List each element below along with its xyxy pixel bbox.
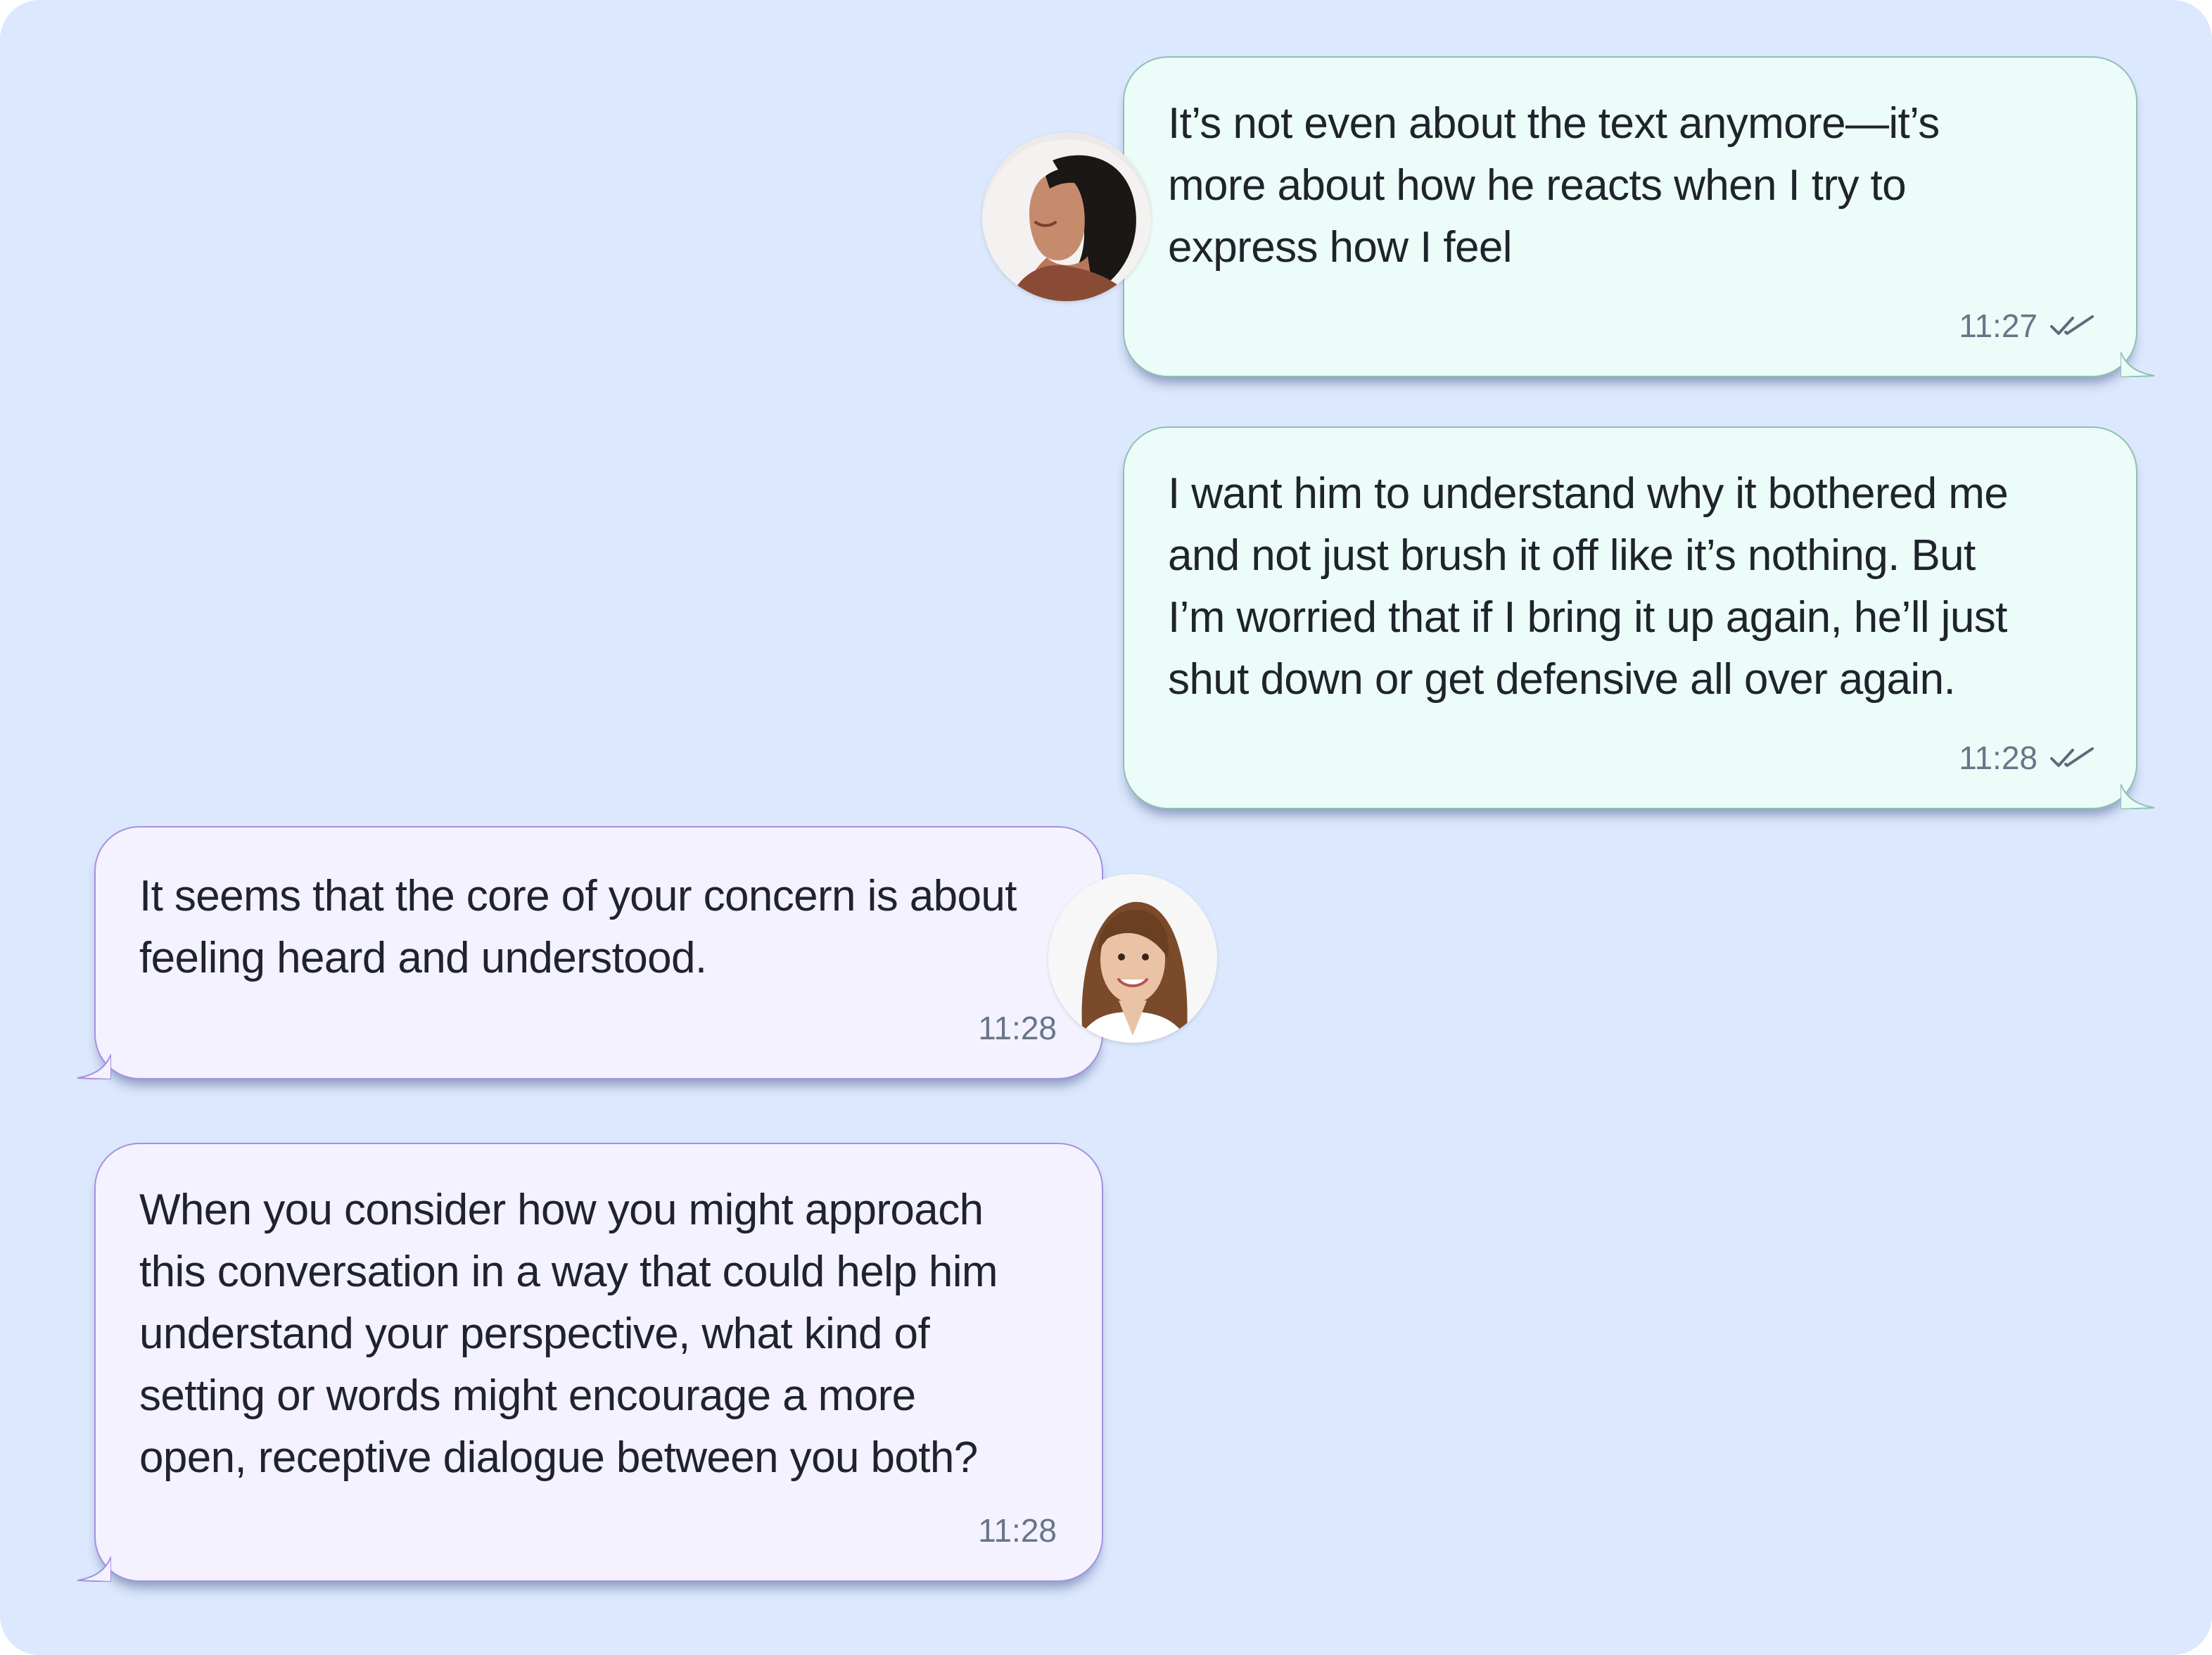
message-line: setting or words might encourage a more <box>139 1371 916 1420</box>
message-bubble-outgoing[interactable]: It’s not even about the text anymore—it’… <box>1123 56 2154 377</box>
message-time: 11:28 <box>978 1512 1057 1549</box>
message-line: shut down or get defensive all over agai… <box>1168 655 1956 704</box>
message-time: 11:27 <box>1959 307 2038 344</box>
message-line: this conversation in a way that could he… <box>139 1248 998 1296</box>
user-avatar[interactable] <box>982 132 1151 301</box>
message-meta: 11:28 <box>978 1009 1057 1047</box>
bubble-tail <box>2121 784 2154 809</box>
message-line: I want him to understand why it bothered… <box>1168 469 2009 518</box>
message-bubble-incoming[interactable]: When you consider how you might approach… <box>77 1143 1103 1582</box>
message-time: 11:28 <box>978 1010 1057 1046</box>
message-line: feeling heard and understood. <box>139 934 707 982</box>
bubble-tail <box>77 1054 111 1079</box>
message-meta: 11:28 <box>1959 739 2094 777</box>
assistant-avatar[interactable] <box>1048 874 1217 1043</box>
message-line: more about how he reacts when I try to <box>1168 161 1907 210</box>
message-line: When you consider how you might approach <box>139 1186 984 1234</box>
message-meta: 11:28 <box>978 1511 1057 1549</box>
message-bubble-incoming[interactable]: It seems that the core of your concern i… <box>77 826 1103 1079</box>
message-text: When you consider how you might approach… <box>139 1179 1074 1489</box>
message-line: open, receptive dialogue between you bot… <box>139 1433 978 1482</box>
bubble-tail <box>77 1556 111 1582</box>
bubble-tail <box>2121 352 2154 377</box>
message-text: I want him to understand why it bothered… <box>1168 463 2108 711</box>
message-meta: 11:27 <box>1959 307 2094 345</box>
message-time: 11:28 <box>1959 740 2038 776</box>
message-line: It’s not even about the text anymore—it’… <box>1168 99 1940 148</box>
double-check-icon <box>2050 747 2094 767</box>
message-line: express how I feel <box>1168 223 1513 272</box>
chat-screen: It’s not even about the text anymore—it’… <box>0 0 2212 1655</box>
message-line: understand your perspective, what kind o… <box>139 1310 930 1358</box>
message-line: and not just brush it off like it’s noth… <box>1168 531 1976 580</box>
message-bubble-outgoing[interactable]: I want him to understand why it bothered… <box>1123 426 2154 809</box>
message-text: It seems that the core of your concern i… <box>139 865 1074 989</box>
message-line: It seems that the core of your concern i… <box>139 872 1017 920</box>
message-text: It’s not even about the text anymore—it’… <box>1168 93 2108 279</box>
double-check-icon <box>2050 315 2094 335</box>
message-line: I’m worried that if I bring it up again,… <box>1168 593 2007 642</box>
